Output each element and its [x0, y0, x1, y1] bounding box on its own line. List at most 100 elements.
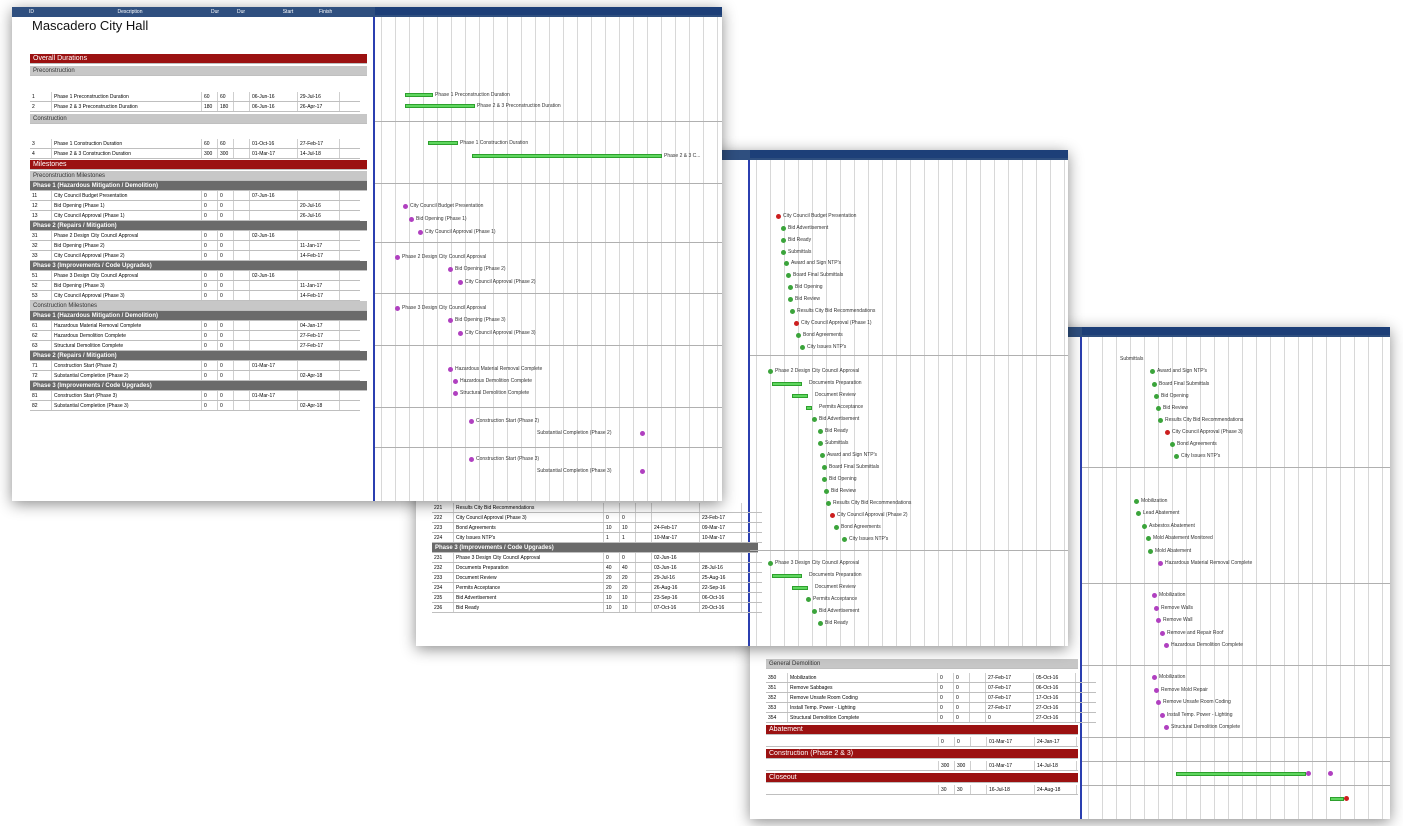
- cell-finish: 24-Aug-18: [1035, 785, 1077, 794]
- cell-spacer: [234, 291, 250, 300]
- cell-finish: 10-Mar-17: [700, 533, 742, 542]
- cell-id: 33: [30, 251, 52, 260]
- cell-desc: Substantial Completion (Phase 3): [52, 401, 202, 410]
- gantt-label: City Council Approval (Phase 3): [465, 330, 536, 336]
- cell-spacer: [234, 331, 250, 340]
- cell-spacer: [234, 241, 250, 250]
- cell-d2: 30: [955, 785, 971, 794]
- gantt-bar: [792, 394, 808, 398]
- milestone-marker: [812, 417, 817, 422]
- cell-finish: 24-Jan-17: [1035, 737, 1077, 746]
- gantt-bar: [792, 586, 808, 590]
- cell-id: 51: [30, 271, 52, 280]
- grid-line: [1312, 337, 1313, 819]
- milestone-marker: [1158, 561, 1163, 566]
- cell-spacer: [766, 785, 939, 794]
- cell-finish: [298, 191, 340, 200]
- gantt-label: Structural Demolition Complete: [1171, 724, 1241, 730]
- grid-line: [647, 17, 648, 501]
- cell-desc: Permits Acceptance: [454, 583, 604, 592]
- cell-d2: 0: [218, 251, 234, 260]
- gantt-label: Remove Unsafe Room Coding: [1163, 699, 1231, 705]
- milestone-marker: [1148, 549, 1153, 554]
- cell-finish: 23-Feb-17: [700, 513, 742, 522]
- milestone-marker: [1306, 771, 1311, 776]
- cell-desc: Mobilization: [788, 673, 938, 682]
- cell-spacer: [971, 737, 987, 746]
- cell-spacer: [970, 713, 986, 722]
- cell-finish: 20-Oct-16: [700, 603, 742, 612]
- cell-d2: 20: [620, 573, 636, 582]
- cell-finish: 28-Jul-16: [700, 563, 742, 572]
- gantt-label: City Issues NTP's: [1181, 453, 1221, 459]
- cell-d1: 0: [604, 553, 620, 562]
- table-row: 234 Permits Acceptance 20 20 26-Aug-16 22-Sep…: [432, 583, 762, 593]
- cell-start: 07-Oct-16: [652, 603, 700, 612]
- milestone-marker: [469, 419, 474, 424]
- table-row: 233 Document Review 20 20 29-Jul-16 25-Aug-16: [432, 573, 762, 583]
- cell-spacer: [636, 513, 652, 522]
- cell-desc: City Council Approval (Phase 1): [52, 211, 202, 220]
- cell-desc: City Council Approval (Phase 2): [52, 251, 202, 260]
- table-row: 51 Phase 3 Design City Council Approval 0 0…: [30, 271, 360, 281]
- cell-spacer: [234, 251, 250, 260]
- cell-finish: 27-Oct-16: [1034, 713, 1076, 722]
- milestone-marker: [448, 318, 453, 323]
- gantt-label: Bid Opening (Phase 1): [416, 216, 467, 222]
- cell-start: 26-Aug-16: [652, 583, 700, 592]
- grid-line: [1022, 160, 1023, 646]
- gantt-label: Remove Walls: [1161, 605, 1194, 611]
- cell-finish: 09-Mar-17: [700, 523, 742, 532]
- cell-spacer: [636, 583, 652, 592]
- cell-desc: Remove Sabbages: [788, 683, 938, 692]
- table-row: 4 Phase 2 & 3 Construction Duration 300 300…: [30, 149, 360, 159]
- subsection-header: Phase 2 (Repairs / Mitigation): [30, 351, 367, 361]
- milestone-marker: [458, 331, 463, 336]
- cell-id: 63: [30, 341, 52, 350]
- row-separator: [750, 550, 1068, 551]
- gantt-label: Mobilization: [1141, 498, 1168, 504]
- table-row: 33 City Council Approval (Phase 2) 0 0 14-Fe…: [30, 251, 360, 261]
- cell-desc: City Council Approval (Phase 3): [52, 291, 202, 300]
- milestone-marker: [794, 321, 799, 326]
- row-separator: [375, 407, 722, 408]
- col-description: Description: [117, 9, 143, 15]
- cell-id: 236: [432, 603, 454, 612]
- cell-id: 231: [432, 553, 454, 562]
- milestone-marker: [448, 367, 453, 372]
- cell-start: 27-Feb-17: [986, 673, 1034, 682]
- grid-line: [1116, 337, 1117, 819]
- cell-d2: 0: [218, 391, 234, 400]
- cell-d2: 0: [620, 513, 636, 522]
- cell-d1: 0: [938, 673, 954, 682]
- cell-d2: 20: [620, 583, 636, 592]
- cell-desc: Structural Demolition Complete: [52, 341, 202, 350]
- cell-desc: Bid Ready: [454, 603, 604, 612]
- subsection-header: Phase 3 (Improvements / Code Upgrades): [30, 381, 367, 391]
- cell-spacer: [636, 573, 652, 582]
- grid-line: [966, 160, 967, 646]
- cell-d2: 0: [218, 341, 234, 350]
- gantt-bar: [772, 574, 802, 578]
- cell-desc: Hazardous Demolition Complete: [52, 331, 202, 340]
- cell-desc: Phase 2 & 3 Preconstruction Duration: [52, 102, 202, 111]
- grid-line: [1008, 160, 1009, 646]
- milestone-marker: [822, 477, 827, 482]
- cell-d1: 0: [202, 291, 218, 300]
- cell-start: [652, 513, 700, 522]
- cell-start: 16-Jul-18: [987, 785, 1035, 794]
- cell-d1: 0: [938, 713, 954, 722]
- grid-line: [689, 17, 690, 501]
- cell-finish: 04-Jan-17: [298, 321, 340, 330]
- row-separator: [375, 121, 722, 122]
- cell-finish: 06-Oct-16: [1034, 683, 1076, 692]
- gantt-label: Mobilization: [1159, 592, 1186, 598]
- cell-d1: 0: [202, 201, 218, 210]
- grid-line: [924, 160, 925, 646]
- cell-spacer: [234, 102, 250, 111]
- cell-finish: 02-Apr-18: [298, 371, 340, 380]
- cell-id: 222: [432, 513, 454, 522]
- cell-d1: 20: [604, 573, 620, 582]
- cell-id: 1: [30, 92, 52, 101]
- cell-d2: 0: [954, 703, 970, 712]
